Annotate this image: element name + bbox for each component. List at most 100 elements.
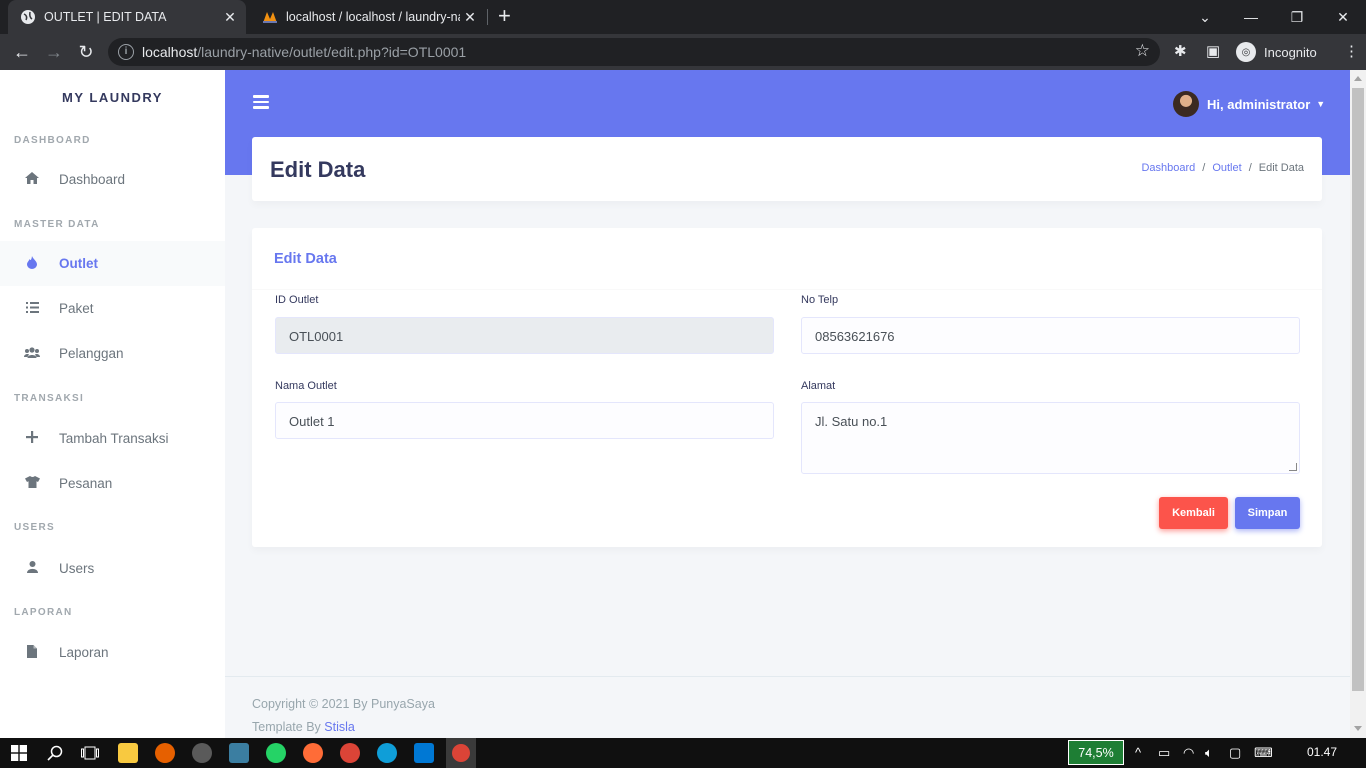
kembali-button[interactable]: Kembali bbox=[1159, 497, 1228, 529]
sidebar-item-tambah-transaksi[interactable]: Tambah Transaksi bbox=[0, 416, 225, 461]
gimp-icon[interactable] bbox=[192, 743, 212, 763]
page-title: Edit Data bbox=[270, 157, 366, 182]
tab-phpmyadmin[interactable]: localhost / localhost / laundry-na ✕ bbox=[250, 0, 486, 34]
keyboard-icon[interactable]: ⌨ bbox=[1254, 745, 1273, 761]
section-header: Edit Data Dashboard / Outlet / Edit Data bbox=[252, 137, 1322, 201]
tab-outlet-edit[interactable]: OUTLET | EDIT DATA ✕ bbox=[8, 0, 246, 34]
close-window-icon[interactable]: ✕ bbox=[1320, 0, 1366, 34]
breadcrumb-outlet[interactable]: Outlet bbox=[1212, 162, 1241, 174]
menu-header-master-data: MASTER DATA bbox=[14, 219, 100, 230]
sidebar-item-dashboard[interactable]: Dashboard bbox=[0, 157, 225, 202]
notification-icon[interactable]: ▢ bbox=[1229, 745, 1241, 761]
forward-icon[interactable]: → bbox=[42, 40, 66, 64]
menu-header-users: USERS bbox=[14, 522, 55, 533]
search-icon[interactable] bbox=[45, 743, 65, 763]
browser-toolbar: ← → ↻ i localhost/laundry-native/outlet/… bbox=[0, 34, 1366, 70]
clock-time[interactable]: 01.47 bbox=[1307, 745, 1337, 759]
scroll-up-icon[interactable] bbox=[1354, 76, 1362, 81]
address-bar[interactable]: i localhost/laundry-native/outlet/edit.p… bbox=[108, 38, 1160, 66]
reload-icon[interactable]: ↻ bbox=[74, 40, 98, 64]
battery-indicator[interactable]: 74,5% bbox=[1068, 740, 1124, 765]
footer-template: Template By Stisla bbox=[252, 720, 355, 734]
card-title: Edit Data bbox=[274, 251, 337, 267]
back-icon[interactable]: ← bbox=[10, 40, 34, 64]
edit-form-card: Edit Data ID Outlet OTL0001 No Telp 0856… bbox=[252, 228, 1322, 547]
users-icon bbox=[22, 346, 42, 361]
simpan-button[interactable]: Simpan bbox=[1235, 497, 1300, 529]
url-text: localhost/laundry-native/outlet/edit.php… bbox=[142, 44, 467, 60]
tshirt-icon bbox=[22, 476, 42, 491]
chrome-icon[interactable] bbox=[340, 743, 360, 763]
avatar bbox=[1173, 91, 1199, 117]
breadcrumb-separator: / bbox=[1202, 162, 1206, 174]
user-dropdown[interactable]: Hi, administrator ▼ bbox=[1173, 91, 1325, 117]
page-scrollbar[interactable] bbox=[1350, 70, 1366, 738]
alamat-value: Jl. Satu no.1 bbox=[815, 414, 888, 429]
bookmark-star-icon[interactable]: ☆ bbox=[1135, 41, 1150, 61]
tab-search-icon[interactable]: ⌄ bbox=[1182, 0, 1228, 34]
scrollbar-thumb[interactable] bbox=[1352, 88, 1364, 691]
menu-header-transaksi: TRANSAKSI bbox=[14, 393, 85, 404]
file-explorer-icon[interactable] bbox=[118, 743, 138, 763]
windows-start-icon[interactable] bbox=[9, 743, 29, 763]
photos-icon[interactable] bbox=[229, 743, 249, 763]
sidebar-item-label: Pesanan bbox=[59, 476, 113, 491]
no-telp-field[interactable]: 08563621676 bbox=[801, 317, 1300, 354]
battery-icon[interactable]: ▭ bbox=[1158, 745, 1170, 761]
sidebar-item-pelanggan[interactable]: Pelanggan bbox=[0, 331, 225, 376]
chevron-up-icon[interactable]: ^ bbox=[1135, 745, 1141, 760]
incognito-badge[interactable]: ◎ Incognito bbox=[1234, 38, 1350, 66]
id-outlet-field: OTL0001 bbox=[275, 317, 774, 354]
scroll-down-icon[interactable] bbox=[1354, 726, 1362, 731]
fire-icon bbox=[22, 255, 42, 272]
edge-icon[interactable] bbox=[377, 743, 397, 763]
chrome-incognito-active-icon[interactable] bbox=[446, 738, 476, 768]
incognito-icon: ◎ bbox=[1236, 42, 1256, 62]
sidebar-item-label: Users bbox=[59, 561, 95, 576]
caret-down-icon: ▼ bbox=[1316, 99, 1326, 109]
close-tab-icon[interactable]: ✕ bbox=[220, 9, 240, 26]
breadcrumb-dashboard[interactable]: Dashboard bbox=[1141, 162, 1195, 174]
card-header: Edit Data bbox=[252, 228, 1322, 290]
minimize-icon[interactable]: — bbox=[1228, 0, 1274, 34]
sidebar-item-label: Tambah Transaksi bbox=[59, 431, 169, 446]
sidebar-item-laporan[interactable]: Laporan bbox=[0, 630, 225, 675]
sidebar-item-paket[interactable]: Paket bbox=[0, 286, 225, 331]
tab-title: OUTLET | EDIT DATA bbox=[44, 10, 167, 24]
phpmyadmin-icon bbox=[262, 9, 278, 25]
whatsapp-icon[interactable] bbox=[266, 743, 286, 763]
wifi-icon[interactable]: ◠ bbox=[1183, 745, 1194, 761]
user-greeting: Hi, administrator bbox=[1207, 96, 1311, 112]
restore-icon[interactable]: ❐ bbox=[1274, 0, 1320, 34]
sidebar-toggle-icon[interactable] bbox=[253, 95, 269, 112]
postman-icon[interactable] bbox=[303, 743, 323, 763]
sidebar-item-label: Pelanggan bbox=[59, 346, 124, 361]
sidebar-item-label: Outlet bbox=[59, 256, 98, 271]
sidebar-item-pesanan[interactable]: Pesanan bbox=[0, 461, 225, 506]
id-outlet-label: ID Outlet bbox=[275, 294, 319, 306]
file-icon bbox=[22, 644, 42, 661]
sidebar-item-label: Laporan bbox=[59, 645, 109, 660]
vscode-icon[interactable] bbox=[414, 743, 434, 763]
nama-outlet-field[interactable]: Outlet 1 bbox=[275, 402, 774, 439]
page-viewport: MY LAUNDRY DASHBOARD Dashboard MASTER DA… bbox=[0, 70, 1366, 738]
site-info-icon[interactable]: i bbox=[118, 44, 134, 60]
side-panel-icon[interactable]: ▣ bbox=[1206, 42, 1220, 60]
menu-header-laporan: LAPORAN bbox=[14, 607, 73, 618]
resize-handle-icon[interactable] bbox=[1289, 463, 1297, 471]
alamat-label: Alamat bbox=[801, 380, 836, 392]
stisla-link[interactable]: Stisla bbox=[324, 720, 355, 734]
alamat-textarea[interactable]: Jl. Satu no.1 bbox=[801, 402, 1300, 474]
firefox-icon[interactable] bbox=[155, 743, 175, 763]
nama-outlet-label: Nama Outlet bbox=[275, 380, 337, 392]
extensions-icon[interactable]: ✱ bbox=[1174, 42, 1187, 60]
close-tab-icon[interactable]: ✕ bbox=[460, 9, 480, 26]
sidebar-item-users[interactable]: Users bbox=[0, 546, 225, 591]
sidebar-brand[interactable]: MY LAUNDRY bbox=[0, 90, 225, 105]
menu-dots-icon[interactable]: ⋮ bbox=[1344, 42, 1359, 60]
sidebar-item-outlet[interactable]: Outlet bbox=[0, 241, 225, 286]
volume-icon[interactable]: 🔈︎ bbox=[1205, 745, 1213, 761]
new-tab-icon[interactable]: + bbox=[498, 5, 511, 27]
home-icon bbox=[22, 172, 42, 187]
task-view-icon[interactable] bbox=[80, 743, 100, 763]
